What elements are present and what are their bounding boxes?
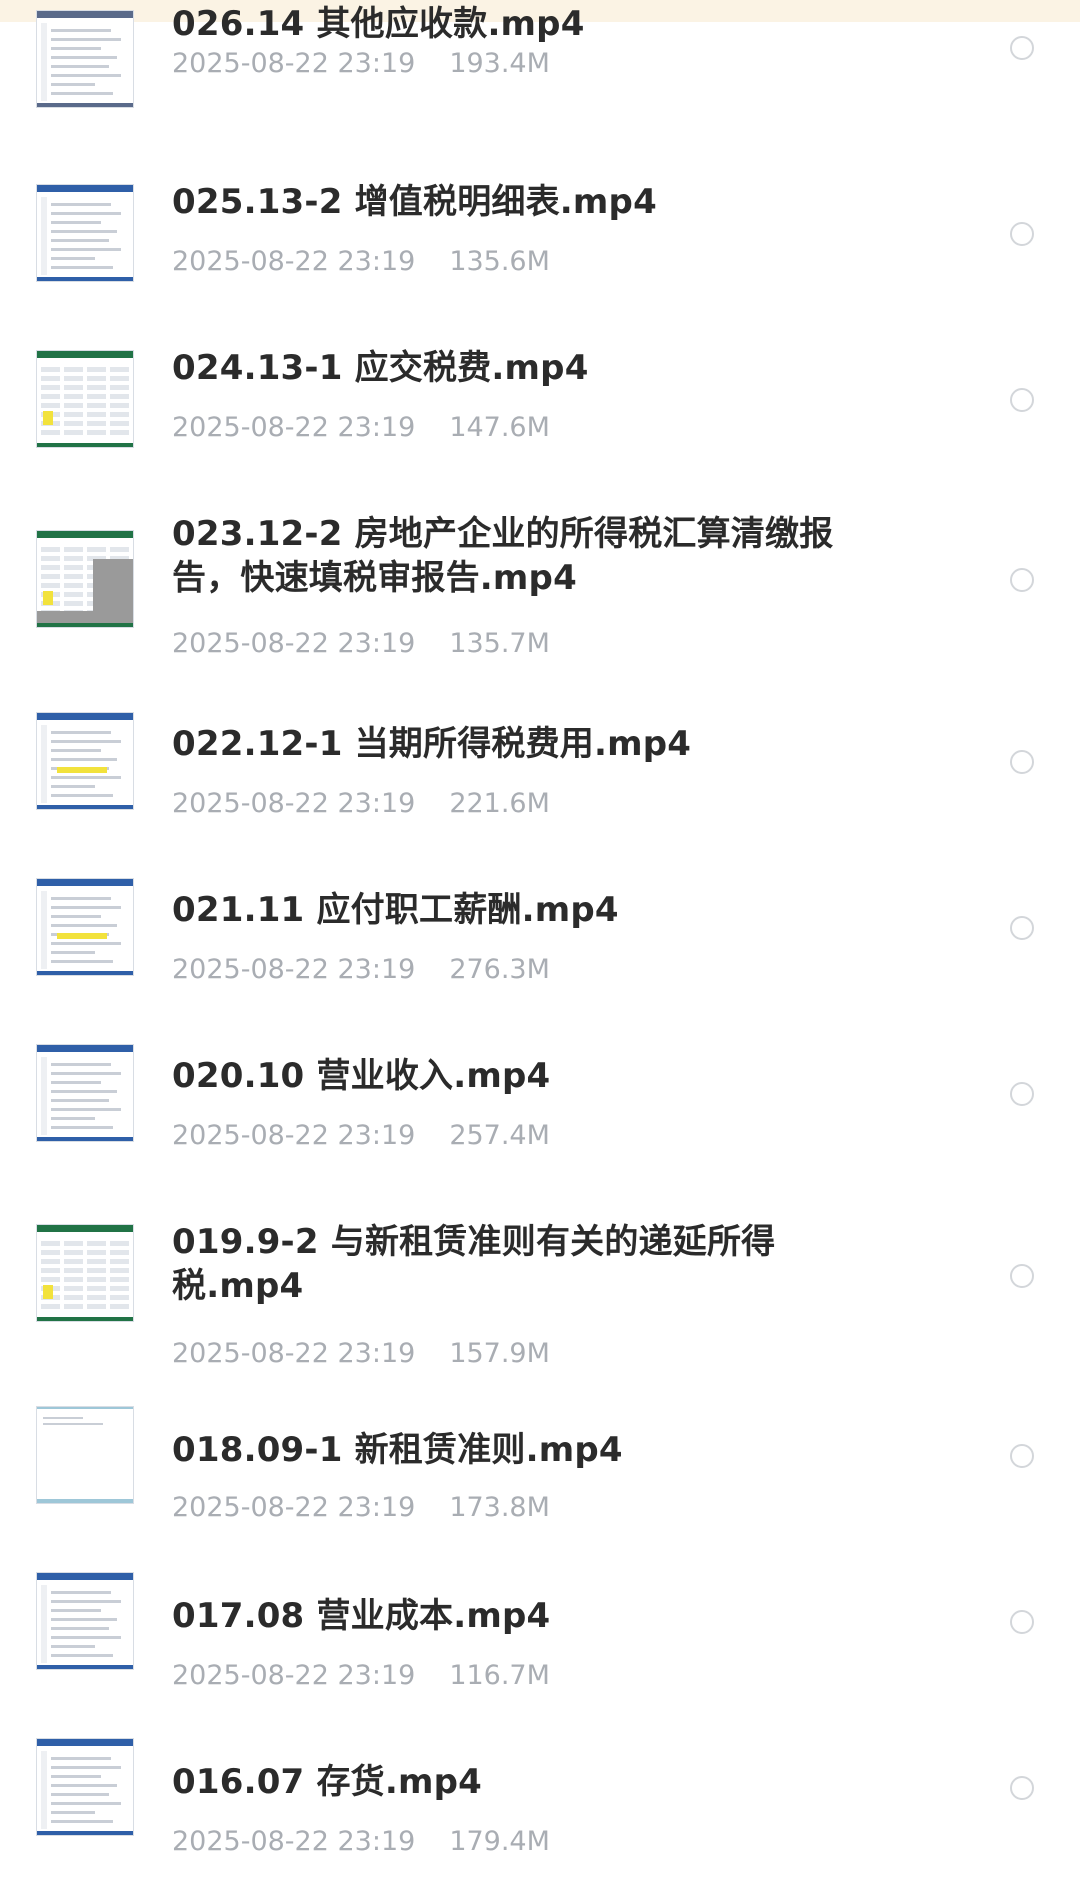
video-thumbnail-icon <box>36 1224 134 1322</box>
video-thumbnail-icon <box>36 350 134 448</box>
radio-unchecked-icon[interactable] <box>1010 36 1034 60</box>
file-date: 2025-08-22 23:19 <box>172 1826 416 1857</box>
file-meta: 2025-08-22 23:19 276.3M <box>172 954 550 985</box>
file-list-item[interactable]: 020.10 营业收入.mp4 2025-08-22 23:19 257.4M <box>0 1024 1080 1190</box>
file-date: 2025-08-22 23:19 <box>172 1338 416 1369</box>
file-list-item[interactable]: 025.13-2 增值税明细表.mp4 2025-08-22 23:19 135.6… <box>0 150 1080 316</box>
file-date: 2025-08-22 23:19 <box>172 48 416 79</box>
radio-unchecked-icon[interactable] <box>1010 1776 1034 1800</box>
file-meta: 2025-08-22 23:19 116.7M <box>172 1660 550 1691</box>
file-meta: 2025-08-22 23:19 257.4M <box>172 1120 550 1151</box>
file-size: 193.4M <box>449 48 550 79</box>
video-thumbnail-icon <box>36 1406 134 1504</box>
file-size: 276.3M <box>449 954 550 985</box>
radio-unchecked-icon[interactable] <box>1010 1082 1034 1106</box>
radio-unchecked-icon[interactable] <box>1010 568 1034 592</box>
file-name: 021.11 应付职工薪酬.mp4 <box>172 890 619 930</box>
file-name: 016.07 存货.mp4 <box>172 1762 482 1802</box>
file-list-item[interactable]: 021.11 应付职工薪酬.mp4 2025-08-22 23:19 276.3M <box>0 858 1080 1024</box>
file-name: 018.09-1 新租赁准则.mp4 <box>172 1430 623 1470</box>
file-name: 017.08 营业成本.mp4 <box>172 1596 551 1636</box>
file-size: 179.4M <box>449 1826 550 1857</box>
file-list-item[interactable]: 024.13-1 应交税费.mp4 2025-08-22 23:19 147.6M <box>0 316 1080 482</box>
file-meta: 2025-08-22 23:19 221.6M <box>172 788 550 819</box>
file-size: 157.9M <box>449 1338 550 1369</box>
file-list-item[interactable]: 022.12-1 当期所得税费用.mp4 2025-08-22 23:19 221.… <box>0 692 1080 858</box>
file-name: 019.9-2 与新租赁准则有关的递延所得税.mp4 <box>172 1222 776 1306</box>
file-size: 135.6M <box>449 246 550 277</box>
file-name: 020.10 营业收入.mp4 <box>172 1056 551 1096</box>
file-meta: 2025-08-22 23:19 179.4M <box>172 1826 550 1857</box>
file-size: 257.4M <box>449 1120 550 1151</box>
file-date: 2025-08-22 23:19 <box>172 412 416 443</box>
file-name: 026.14 其他应收款.mp4 <box>172 4 585 44</box>
file-meta: 2025-08-22 23:19 135.6M <box>172 246 550 277</box>
file-meta: 2025-08-22 23:19 157.9M <box>172 1338 550 1369</box>
file-list-item[interactable]: 017.08 营业成本.mp4 2025-08-22 23:19 116.7M <box>0 1564 1080 1730</box>
file-name: 024.13-1 应交税费.mp4 <box>172 348 589 388</box>
video-thumbnail-icon <box>36 184 134 282</box>
file-date: 2025-08-22 23:19 <box>172 788 416 819</box>
file-name: 022.12-1 当期所得税费用.mp4 <box>172 724 692 764</box>
file-list-item[interactable]: 019.9-2 与新租赁准则有关的递延所得税.mp4 2025-08-22 23:… <box>0 1190 1080 1400</box>
radio-unchecked-icon[interactable] <box>1010 388 1034 412</box>
file-meta: 2025-08-22 23:19 173.8M <box>172 1492 550 1523</box>
file-size: 147.6M <box>449 412 550 443</box>
radio-unchecked-icon[interactable] <box>1010 1264 1034 1288</box>
file-date: 2025-08-22 23:19 <box>172 1492 416 1523</box>
video-thumbnail-icon <box>36 530 134 628</box>
video-thumbnail-icon <box>36 712 134 810</box>
radio-unchecked-icon[interactable] <box>1010 1610 1034 1634</box>
file-date: 2025-08-22 23:19 <box>172 1660 416 1691</box>
file-date: 2025-08-22 23:19 <box>172 246 416 277</box>
file-size: 135.7M <box>449 628 550 659</box>
video-thumbnail-icon <box>36 1572 134 1670</box>
radio-unchecked-icon[interactable] <box>1010 750 1034 774</box>
file-size: 221.6M <box>449 788 550 819</box>
video-thumbnail-icon <box>36 10 134 108</box>
file-name: 025.13-2 增值税明细表.mp4 <box>172 182 657 222</box>
file-date: 2025-08-22 23:19 <box>172 1120 416 1151</box>
file-date: 2025-08-22 23:19 <box>172 954 416 985</box>
file-size: 116.7M <box>449 1660 550 1691</box>
video-thumbnail-icon <box>36 878 134 976</box>
file-list-item[interactable]: 023.12-2 房地产企业的所得税汇算清缴报告，快速填税审报告.mp4 2025… <box>0 482 1080 692</box>
radio-unchecked-icon[interactable] <box>1010 222 1034 246</box>
file-list-item[interactable]: 026.14 其他应收款.mp4 2025-08-22 23:19 193.4M <box>0 0 1080 130</box>
file-date: 2025-08-22 23:19 <box>172 628 416 659</box>
video-thumbnail-icon <box>36 1044 134 1142</box>
file-meta: 2025-08-22 23:19 147.6M <box>172 412 550 443</box>
file-list-item[interactable]: 016.07 存货.mp4 2025-08-22 23:19 179.4M <box>0 1730 1080 1883</box>
file-size: 173.8M <box>449 1492 550 1523</box>
radio-unchecked-icon[interactable] <box>1010 1444 1034 1468</box>
video-thumbnail-icon <box>36 1738 134 1836</box>
radio-unchecked-icon[interactable] <box>1010 916 1034 940</box>
file-meta: 2025-08-22 23:19 135.7M <box>172 628 550 659</box>
file-meta: 2025-08-22 23:19 193.4M <box>172 48 550 79</box>
file-name: 023.12-2 房地产企业的所得税汇算清缴报告，快速填税审报告.mp4 <box>172 514 834 598</box>
file-list-item[interactable]: 018.09-1 新租赁准则.mp4 2025-08-22 23:19 173.8M <box>0 1398 1080 1564</box>
